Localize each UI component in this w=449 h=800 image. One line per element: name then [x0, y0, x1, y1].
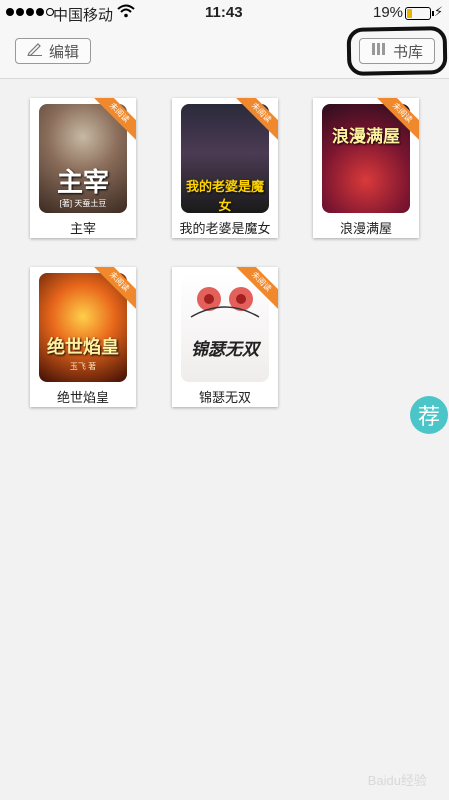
book-item[interactable]: 绝世焰皇 玉飞 著 未阅读 绝世焰皇 — [30, 267, 136, 407]
unread-badge: 未阅读 — [92, 98, 136, 142]
battery-percentage: 19% — [373, 4, 404, 21]
charging-icon: ⚡ — [434, 4, 444, 19]
clock: 11:43 — [205, 4, 243, 21]
book-item[interactable]: 锦瑟无双 未阅读 锦瑟无双 — [172, 267, 278, 407]
book-title: 我的老婆是魔女 — [179, 221, 271, 236]
unread-badge: 未阅读 — [92, 267, 136, 311]
edit-button-label: 编辑 — [48, 43, 79, 61]
cover-title: 主宰 — [56, 167, 109, 197]
header: 编辑 书库 — [0, 26, 449, 79]
cover-author: [著] 天蚕土豆 — [59, 199, 107, 208]
edit-button[interactable]: 编辑 — [15, 38, 91, 64]
recommend-button[interactable]: 荐 — [410, 396, 448, 434]
unread-badge: 未阅读 — [234, 98, 278, 142]
library-button[interactable]: 书库 — [359, 38, 435, 64]
book-item[interactable]: 我的老婆是魔女 未阅读 我的老婆是魔女 — [172, 98, 278, 238]
book-title: 主宰 — [69, 221, 96, 236]
library-button-label: 书库 — [392, 43, 423, 61]
cover-author: 玉飞 著 — [69, 362, 97, 371]
unread-badge: 未阅读 — [234, 267, 278, 311]
book-title: 锦瑟无双 — [198, 390, 251, 405]
bookshelf-icon — [371, 42, 387, 60]
book-item[interactable]: 浪漫满屋 未阅读 浪漫满屋 — [313, 98, 419, 238]
wifi-icon — [117, 4, 135, 21]
watermark: Baidu经验 — [367, 773, 427, 788]
pencil-icon — [27, 42, 43, 60]
battery-icon — [405, 7, 434, 20]
cover-title: 绝世焰皇 — [47, 337, 119, 357]
carrier-name: 中国移动 — [53, 7, 114, 24]
status-bar: 中国移动 11:43 19% ⚡ — [0, 0, 449, 26]
unread-badge: 未阅读 — [375, 98, 419, 142]
signal-strength-icon — [6, 8, 54, 16]
cover-title: 我的老婆是魔女 — [185, 179, 264, 213]
book-item[interactable]: 主宰 [著] 天蚕土豆 未阅读 主宰 — [30, 98, 136, 238]
book-title: 绝世焰皇 — [56, 390, 109, 405]
book-title: 浪漫满屋 — [339, 221, 392, 236]
cover-title: 锦瑟无双 — [191, 340, 259, 359]
